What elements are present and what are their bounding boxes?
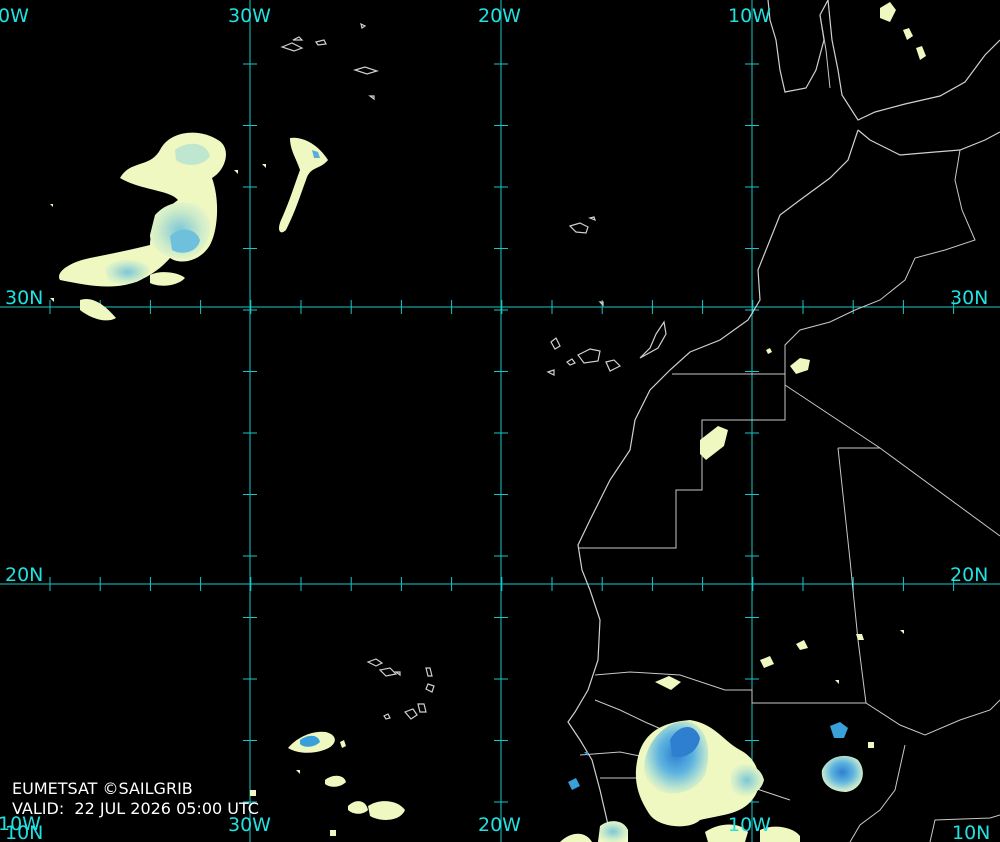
lon-label-bottom-10w: 10W <box>728 814 771 836</box>
lon-label-bottom-20w: 20W <box>478 814 521 836</box>
lon-label-top-30w: 30W <box>228 5 271 27</box>
map-canvas <box>0 0 1000 842</box>
cloud-cluster-nw <box>50 132 328 321</box>
lat-label-20n-right: 20N <box>950 564 989 586</box>
azores-islands <box>280 22 379 101</box>
north-africa-coast <box>857 129 1000 156</box>
cloud-clusters <box>50 2 926 842</box>
morocco-algeria-border <box>784 149 976 374</box>
lat-label-30n-left: 30N <box>5 287 44 309</box>
lon-label-top-20w: 20W <box>478 5 521 27</box>
lon-label-bottom-30w: 30W <box>228 814 271 836</box>
valid-time: VALID: 22 JUL 2026 05:00 UTC <box>12 799 259 818</box>
islands <box>280 22 667 720</box>
cloud-cluster-sahel <box>560 630 904 842</box>
lat-label-10n-right: 10N <box>952 822 991 842</box>
lat-label-30n-right: 30N <box>950 287 989 309</box>
satellite-map: 0W 30W 20W 10W 30N 30N 20N 20N 10N 10W 3… <box>0 0 1000 842</box>
country-borders <box>578 149 1000 842</box>
canary-islands <box>546 301 667 376</box>
cape-verde-islands <box>366 658 435 720</box>
cloud-cells-north <box>700 2 926 460</box>
madeira-islands <box>568 216 596 234</box>
western-sahara-border <box>578 373 786 549</box>
cloud-cluster-cape-verde <box>250 731 405 836</box>
lon-label-top-10w: 10W <box>728 5 771 27</box>
mauritania-border <box>594 384 1000 704</box>
credit-line: EUMETSAT ©SAILGRIB <box>12 779 193 798</box>
graticule <box>0 0 1000 842</box>
lat-label-20n-left: 20N <box>5 564 44 586</box>
lon-label-top-west-edge: 0W <box>0 5 29 27</box>
